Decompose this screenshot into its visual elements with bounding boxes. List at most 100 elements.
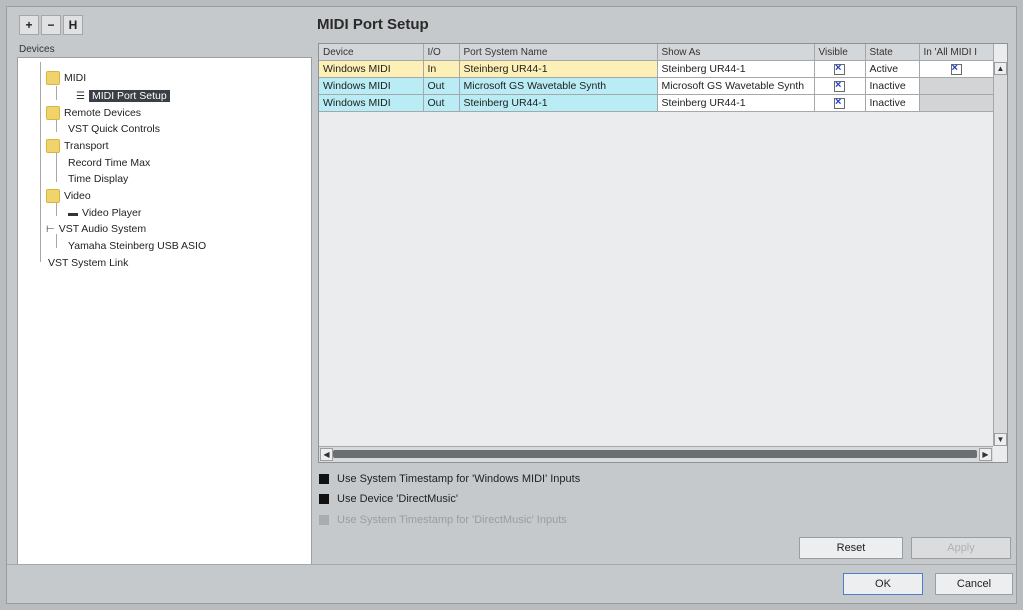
column-header-visible[interactable]: Visible <box>814 44 866 61</box>
page-title: MIDI Port Setup <box>317 16 429 33</box>
in-all-midi-checkbox[interactable] <box>950 62 962 75</box>
cell-visible <box>814 60 866 78</box>
cell-io: Out <box>423 94 460 112</box>
column-header-io[interactable]: I/O <box>423 44 460 61</box>
cell-visible <box>814 77 866 95</box>
cell-visible <box>814 94 866 112</box>
cell-io: Out <box>423 77 460 95</box>
scroll-down-icon[interactable]: ▼ <box>994 433 1007 446</box>
cell-in-all-midi <box>919 77 994 95</box>
cell-state[interactable]: Inactive <box>865 94 920 112</box>
ok-button[interactable]: OK <box>843 573 923 595</box>
midi-port-setup-window: + − H MIDI Port Setup Devices MIDI ☰ MID… <box>6 6 1017 604</box>
tree-line <box>56 202 57 216</box>
column-header-show-as[interactable]: Show As <box>657 44 815 61</box>
cell-show-as[interactable]: Steinberg UR44-1 <box>657 60 815 78</box>
cell-state[interactable]: Inactive <box>865 77 920 95</box>
tree-item-video-player[interactable]: ▬ Video Player <box>68 205 141 221</box>
devices-toolbar: + − H <box>19 15 89 37</box>
tree-item-label: Video Player <box>82 207 142 219</box>
tree-item-label: Record Time Max <box>68 157 151 169</box>
remove-device-button[interactable]: − <box>41 15 61 35</box>
cell-show-as[interactable]: Microsoft GS Wavetable Synth <box>657 77 815 95</box>
cancel-button[interactable]: Cancel <box>935 573 1013 595</box>
checkbox[interactable] <box>319 474 329 484</box>
tree-line <box>56 152 57 182</box>
cell-io: In <box>423 60 460 78</box>
column-header-state[interactable]: State <box>865 44 920 61</box>
tree-item-remote-devices[interactable]: Remote Devices <box>46 105 141 121</box>
midi-port-table: Device I/O Port System Name Show As Visi… <box>318 43 1008 463</box>
tree-item-label: Transport <box>64 140 109 152</box>
folder-icon <box>46 71 60 85</box>
option-label: Use System Timestamp for 'DirectMusic' I… <box>337 514 567 526</box>
scroll-right-icon[interactable]: ▶ <box>979 448 992 461</box>
cell-device: Windows MIDI <box>319 77 424 95</box>
devices-label: Devices <box>19 44 55 55</box>
tree-item-label: MIDI <box>64 72 87 84</box>
visible-checkbox[interactable] <box>834 96 845 109</box>
tree-item-label: Remote Devices <box>64 107 142 119</box>
cell-port-system-name: Steinberg UR44-1 <box>459 94 658 112</box>
tree-item-vst-audio-system[interactable]: ⊢ VST Audio System <box>46 221 146 237</box>
video-player-icon: ▬ <box>68 207 78 219</box>
audio-system-icon: ⊢ <box>46 223 55 235</box>
visible-checkbox[interactable] <box>834 79 845 92</box>
scroll-left-icon[interactable]: ◀ <box>320 448 333 461</box>
add-device-button[interactable]: + <box>19 15 39 35</box>
column-header-port-system-name[interactable]: Port System Name <box>459 44 658 61</box>
folder-icon <box>46 106 60 120</box>
vertical-scrollbar[interactable]: ▲ ▼ <box>993 62 1007 446</box>
visible-checkbox[interactable] <box>834 62 845 75</box>
tree-item-video[interactable]: Video <box>46 188 91 204</box>
tree-item-transport[interactable]: Transport <box>46 138 109 154</box>
tree-item-label: VST Quick Controls <box>68 123 161 135</box>
tree-item-label: Yamaha Steinberg USB ASIO <box>68 240 207 252</box>
horizontal-scroll-thumb[interactable] <box>333 450 977 458</box>
option-label: Use Device 'DirectMusic' <box>337 493 458 505</box>
reset-button[interactable]: Reset <box>799 537 903 559</box>
column-header-device[interactable]: Device <box>319 44 424 61</box>
cell-port-system-name: Microsoft GS Wavetable Synth <box>459 77 658 95</box>
tree-item-vst-quick-controls[interactable]: VST Quick Controls <box>68 121 160 137</box>
cell-show-as[interactable]: Steinberg UR44-1 <box>657 94 815 112</box>
option-use-directmusic[interactable]: Use Device 'DirectMusic' <box>319 493 458 505</box>
tree-item-midi[interactable]: MIDI <box>46 70 86 86</box>
tree-item-label: VST System Link <box>48 257 129 269</box>
dialog-footer: OK Cancel <box>7 564 1016 603</box>
table-row[interactable]: Windows MIDI Out Steinberg UR44-1 Steinb… <box>319 94 994 112</box>
option-label: Use System Timestamp for 'Windows MIDI' … <box>337 473 581 485</box>
tree-item-midi-port-setup[interactable]: ☰ MIDI Port Setup <box>76 88 170 104</box>
option-directmusic-timestamp: Use System Timestamp for 'DirectMusic' I… <box>319 514 567 526</box>
cell-in-all-midi <box>919 60 994 78</box>
apply-button: Apply <box>911 537 1011 559</box>
checkbox[interactable] <box>319 494 329 504</box>
tree-item-label: VST Audio System <box>58 223 147 235</box>
cell-device: Windows MIDI <box>319 94 424 112</box>
reset-device-button[interactable]: H <box>63 15 83 35</box>
cell-state[interactable]: Active <box>865 60 920 78</box>
scroll-up-icon[interactable]: ▲ <box>994 62 1007 75</box>
option-windows-midi-timestamp[interactable]: Use System Timestamp for 'Windows MIDI' … <box>319 473 580 485</box>
table-header-row: Device I/O Port System Name Show As Visi… <box>319 44 994 61</box>
cell-device: Windows MIDI <box>319 60 424 78</box>
tree-item-record-time-max[interactable]: Record Time Max <box>68 155 150 171</box>
tree-item-yamaha-asio[interactable]: Yamaha Steinberg USB ASIO <box>68 238 206 254</box>
tree-item-label: MIDI Port Setup <box>88 90 170 102</box>
tree-item-label: Time Display <box>68 173 129 185</box>
cell-in-all-midi <box>919 94 994 112</box>
checkbox <box>319 515 329 525</box>
folder-icon <box>46 139 60 153</box>
tree-item-time-display[interactable]: Time Display <box>68 171 128 187</box>
tree-line <box>40 62 41 262</box>
tree-item-vst-system-link[interactable]: VST System Link <box>48 255 128 271</box>
horizontal-scrollbar[interactable]: ◀ ▶ <box>319 446 993 462</box>
table-row[interactable]: Windows MIDI In Steinberg UR44-1 Steinbe… <box>319 60 994 78</box>
tree-line <box>56 86 57 100</box>
folder-icon <box>46 189 60 203</box>
tree-item-label: Video <box>64 190 91 202</box>
column-header-in-all-midi[interactable]: In 'All MIDI I <box>919 44 994 61</box>
midi-port-icon: ☰ <box>76 90 85 102</box>
table-row[interactable]: Windows MIDI Out Microsoft GS Wavetable … <box>319 77 994 95</box>
cell-port-system-name: Steinberg UR44-1 <box>459 60 658 78</box>
